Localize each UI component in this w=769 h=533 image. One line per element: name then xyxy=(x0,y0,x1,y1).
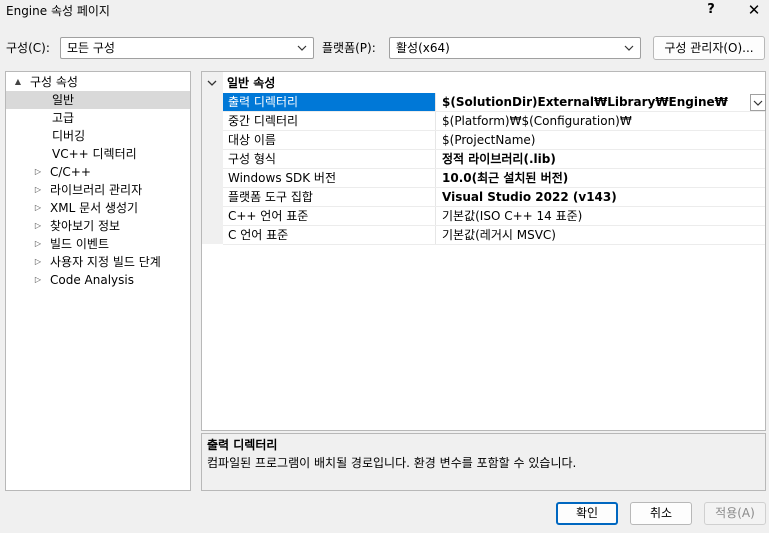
property-value[interactable]: 기본값(ISO C++ 14 표준) xyxy=(442,207,752,225)
window-title: Engine 속성 페이지 xyxy=(6,4,110,18)
expanded-icon[interactable]: ▲ xyxy=(13,73,23,91)
chevron-down-icon xyxy=(753,100,763,106)
config-combo[interactable]: 모든 구성 xyxy=(60,37,314,59)
description-title: 출력 디렉터리 xyxy=(207,438,278,452)
ok-button[interactable]: 확인 xyxy=(556,502,618,525)
tree-item-general[interactable]: 일반 xyxy=(6,91,190,109)
property-value[interactable]: 기본값(레거시 MSVC) xyxy=(442,226,752,244)
property-tree[interactable]: ▲ 구성 속성 일반 고급 디버깅 VC++ 디렉터리 ▷ C/C++ ▷ 라이… xyxy=(5,71,191,491)
tree-item-label: 디버깅 xyxy=(52,129,86,143)
cancel-button[interactable]: 취소 xyxy=(630,502,692,525)
tree-item-debugging[interactable]: 디버깅 xyxy=(6,127,190,145)
property-value[interactable]: Visual Studio 2022 (v143) xyxy=(442,188,752,206)
close-button[interactable]: ✕ xyxy=(742,0,766,22)
collapsed-icon[interactable]: ▷ xyxy=(33,199,43,217)
property-value[interactable]: 10.0(최근 설치된 버전) xyxy=(442,169,752,187)
collapsed-icon[interactable]: ▷ xyxy=(33,181,43,199)
config-manager-button[interactable]: 구성 관리자(O)... xyxy=(653,36,765,60)
tree-item-xml-doc-generator[interactable]: ▷ XML 문서 생성기 xyxy=(6,199,190,217)
property-grid[interactable]: 일반 속성 출력 디렉터리 $(SolutionDir)External₩Lib… xyxy=(201,71,766,431)
tree-item-label: C/C++ xyxy=(50,165,91,179)
property-row-target-name[interactable]: 대상 이름 $(ProjectName) xyxy=(223,131,765,150)
chevron-down-icon xyxy=(296,38,308,58)
tree-item-advanced[interactable]: 고급 xyxy=(6,109,190,127)
property-name: C 언어 표준 xyxy=(223,226,436,244)
property-name: Windows SDK 버전 xyxy=(223,169,436,187)
chevron-down-icon xyxy=(623,38,635,58)
tree-item-label: 찾아보기 정보 xyxy=(50,219,121,233)
config-combo-value: 모든 구성 xyxy=(67,41,115,55)
property-name: 중간 디렉터리 xyxy=(223,112,436,130)
close-icon: ✕ xyxy=(747,1,761,19)
tree-item-build-events[interactable]: ▷ 빌드 이벤트 xyxy=(6,235,190,253)
tree-item-label: 구성 속성 xyxy=(30,75,78,89)
collapsed-icon[interactable]: ▷ xyxy=(33,235,43,253)
collapsed-icon[interactable]: ▷ xyxy=(33,217,43,235)
property-name: 플랫폼 도구 집합 xyxy=(223,188,436,206)
tree-item-vc-directories[interactable]: VC++ 디렉터리 xyxy=(6,145,190,163)
property-row-windows-sdk-version[interactable]: Windows SDK 버전 10.0(최근 설치된 버전) xyxy=(223,169,765,188)
collapsed-icon[interactable]: ▷ xyxy=(33,271,43,289)
chevron-down-icon[interactable] xyxy=(207,74,217,100)
apply-button[interactable]: 적용(A) xyxy=(704,502,766,525)
config-label: 구성(C): xyxy=(6,41,50,55)
property-row-c-language-standard[interactable]: C 언어 표준 기본값(레거시 MSVC) xyxy=(223,226,765,245)
title-bar: Engine 속성 페이지 ? ✕ xyxy=(0,0,769,26)
tree-item-c-cpp[interactable]: ▷ C/C++ xyxy=(6,163,190,181)
tree-item-label: VC++ 디렉터리 xyxy=(52,147,137,161)
platform-combo-value: 활성(x64) xyxy=(396,41,450,55)
property-row-intermediate-directory[interactable]: 중간 디렉터리 $(Platform)₩$(Configuration)₩ xyxy=(223,112,765,131)
property-name: 구성 형식 xyxy=(223,150,436,168)
tree-item-label: Code Analysis xyxy=(50,273,134,287)
property-value[interactable]: $(Platform)₩$(Configuration)₩ xyxy=(442,112,752,130)
property-value[interactable]: $(ProjectName) xyxy=(442,131,752,149)
property-row-configuration-type[interactable]: 구성 형식 정적 라이브러리(.lib) xyxy=(223,150,765,169)
property-row-platform-toolset[interactable]: 플랫폼 도구 집합 Visual Studio 2022 (v143) xyxy=(223,188,765,207)
property-value[interactable]: $(SolutionDir)External₩Library₩Engine₩ xyxy=(442,93,752,111)
category-row-general[interactable]: 일반 속성 xyxy=(202,74,765,93)
platform-label: 플랫폼(P): xyxy=(322,41,376,55)
property-name: 출력 디렉터리 xyxy=(223,93,436,111)
description-panel: 출력 디렉터리 컴파일된 프로그램이 배치될 경로입니다. 환경 변수를 포함할… xyxy=(201,433,766,491)
tree-item-custom-build-step[interactable]: ▷ 사용자 지정 빌드 단계 xyxy=(6,253,190,271)
property-name: C++ 언어 표준 xyxy=(223,207,436,225)
property-row-output-directory[interactable]: 출력 디렉터리 $(SolutionDir)External₩Library₩E… xyxy=(223,93,765,112)
property-row-cpp-language-standard[interactable]: C++ 언어 표준 기본값(ISO C++ 14 표준) xyxy=(223,207,765,226)
tree-item-code-analysis[interactable]: ▷ Code Analysis xyxy=(6,271,190,289)
property-name: 대상 이름 xyxy=(223,131,436,149)
tree-item-label: 빌드 이벤트 xyxy=(50,237,110,251)
tree-item-label: 고급 xyxy=(52,111,75,125)
value-dropdown-button[interactable] xyxy=(750,94,766,111)
collapsed-icon[interactable]: ▷ xyxy=(33,163,43,181)
tree-item-browse-info[interactable]: ▷ 찾아보기 정보 xyxy=(6,217,190,235)
description-text: 컴파일된 프로그램이 배치될 경로입니다. 환경 변수를 포함할 수 있습니다. xyxy=(207,456,577,470)
category-label: 일반 속성 xyxy=(227,76,276,90)
property-value[interactable]: 정적 라이브러리(.lib) xyxy=(442,150,752,168)
tree-item-librarian[interactable]: ▷ 라이브러리 관리자 xyxy=(6,181,190,199)
help-button[interactable]: ? xyxy=(700,0,722,22)
tree-root-config-properties[interactable]: ▲ 구성 속성 xyxy=(6,73,190,91)
platform-combo[interactable]: 활성(x64) xyxy=(389,37,641,59)
collapsed-icon[interactable]: ▷ xyxy=(33,253,43,271)
tree-item-label: 라이브러리 관리자 xyxy=(50,183,143,197)
tree-item-label: XML 문서 생성기 xyxy=(50,201,139,215)
tree-item-label: 일반 xyxy=(52,93,75,107)
tree-item-label: 사용자 지정 빌드 단계 xyxy=(50,255,161,269)
